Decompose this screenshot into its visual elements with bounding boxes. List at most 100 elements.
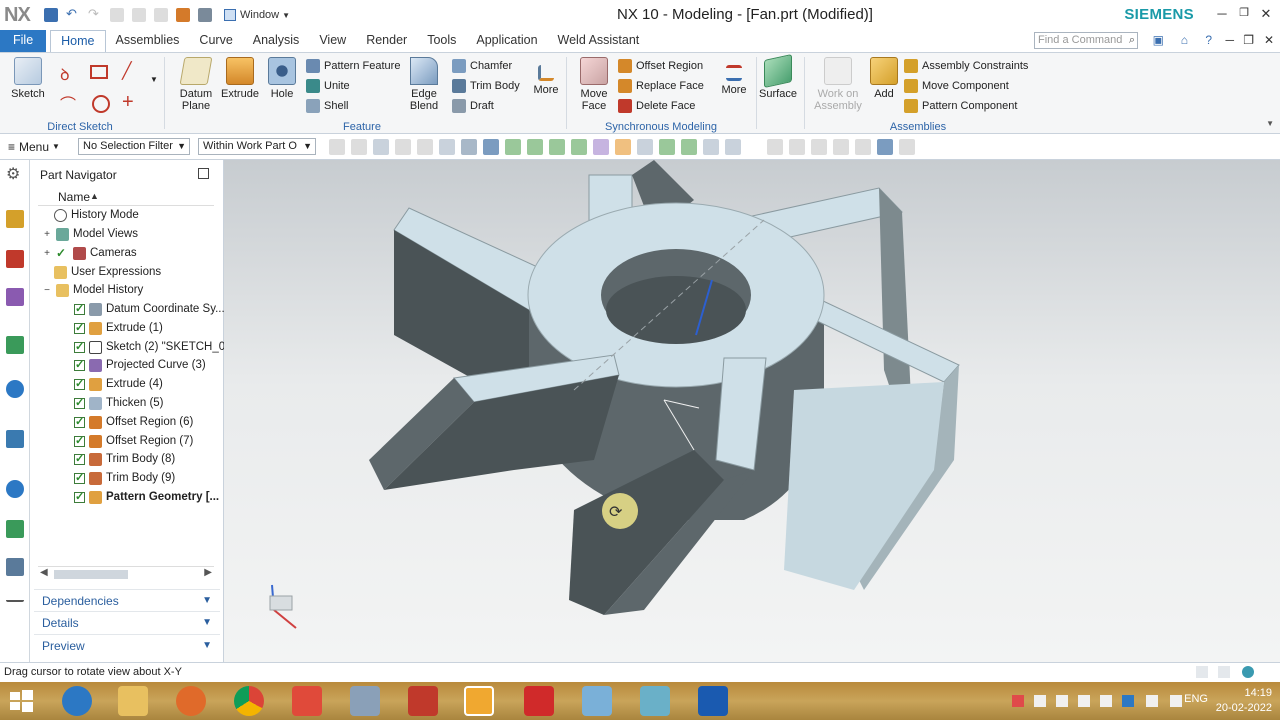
internet-explorer-icon[interactable] <box>62 686 92 716</box>
selection-scope-dropdown[interactable]: Within Work Part O ▼ <box>198 138 316 155</box>
snap-quadrant-icon[interactable] <box>637 138 653 155</box>
tab-view[interactable]: View <box>309 30 356 52</box>
render-style-icon[interactable] <box>833 138 849 155</box>
pattern-feature-button[interactable]: Pattern Feature <box>306 57 400 75</box>
tree-item-feature[interactable]: Trim Body (8) <box>74 450 175 468</box>
visibility-checkbox[interactable] <box>74 358 85 371</box>
tree-item-feature-current[interactable]: Pattern Geometry [... <box>74 488 219 506</box>
snap-existing-point-icon[interactable] <box>659 138 675 155</box>
clock[interactable]: 14:19 20-02-2022 <box>1216 686 1272 716</box>
tree-item-feature[interactable]: Offset Region (6) <box>74 413 193 431</box>
find-command-input[interactable]: Find a Command ⌕ <box>1034 32 1138 49</box>
tab-analysis[interactable]: Analysis <box>243 30 310 52</box>
roles-icon[interactable] <box>6 558 24 576</box>
tree-item-history-mode[interactable]: History Mode <box>54 206 139 224</box>
collapse-icon[interactable]: − <box>42 285 52 296</box>
input-language[interactable]: ENG <box>1184 693 1208 705</box>
selection-filter-dropdown[interactable]: No Selection Filter ▼ <box>78 138 190 155</box>
shell-button[interactable]: Shell <box>306 97 348 115</box>
unite-button[interactable]: Unite <box>306 77 350 95</box>
snap-control-icon[interactable] <box>549 138 565 155</box>
tab-file[interactable]: File <box>0 30 47 52</box>
face-select-icon[interactable] <box>417 138 433 155</box>
snap-midpoint-icon[interactable] <box>527 138 543 155</box>
window-style-icon[interactable]: ▣ <box>1153 33 1164 47</box>
tree-item-model-views[interactable]: + Model Views <box>42 225 138 243</box>
snap-point-on-curve-icon[interactable] <box>681 138 697 155</box>
visibility-checkbox[interactable] <box>74 396 85 409</box>
view-orientation-icon[interactable] <box>703 138 719 155</box>
assembly-navigator-icon[interactable] <box>6 210 24 228</box>
solid-body-icon[interactable] <box>461 138 477 155</box>
menu-button[interactable]: ≡ Menu ▼ <box>0 140 78 154</box>
cut-icon[interactable] <box>110 8 124 22</box>
move-face-button[interactable]: Move Face <box>572 57 616 112</box>
paint-icon[interactable] <box>292 686 322 716</box>
region-select-icon[interactable] <box>439 138 455 155</box>
tree-item-feature[interactable]: Projected Curve (3) <box>74 356 206 374</box>
tray-app-icon[interactable] <box>1170 695 1182 707</box>
tray-app-icon[interactable] <box>1146 695 1158 707</box>
home-icon[interactable]: ⌂ <box>1181 33 1188 47</box>
assembly-constraints-button[interactable]: Assembly Constraints <box>904 57 1028 75</box>
touch-mode-icon[interactable] <box>176 8 190 22</box>
zoom-icon[interactable] <box>789 138 805 155</box>
outlook-icon[interactable] <box>698 686 728 716</box>
tree-item-feature[interactable]: Extrude (4) <box>74 375 163 393</box>
add-component-button[interactable]: Add <box>862 57 906 100</box>
extrude-button[interactable]: Extrude <box>218 57 262 100</box>
tab-application[interactable]: Application <box>466 30 547 52</box>
app-icon[interactable] <box>408 686 438 716</box>
trim-body-button[interactable]: Trim Body <box>452 77 520 95</box>
close-button[interactable]: ✕ <box>1258 6 1274 22</box>
point-icon[interactable]: + <box>122 91 134 114</box>
visibility-checkbox[interactable] <box>74 321 85 334</box>
rotate-icon[interactable] <box>811 138 827 155</box>
reuse-library-icon[interactable] <box>6 336 24 354</box>
ribbon-options-icon[interactable]: ▼ <box>1266 119 1274 128</box>
visibility-checkbox[interactable] <box>74 471 85 484</box>
tab-home[interactable]: Home <box>50 30 106 52</box>
snap-icon[interactable] <box>373 138 389 155</box>
paste-icon[interactable] <box>154 8 168 22</box>
fan-model[interactable]: ⟳ <box>224 160 1280 662</box>
move-component-button[interactable]: Move Component <box>904 77 1009 95</box>
tab-curve[interactable]: Curve <box>189 30 242 52</box>
arc-icon[interactable]: ⌒ <box>60 91 76 115</box>
snap-endpoint-icon[interactable] <box>505 138 521 155</box>
tree-item-user-expressions[interactable]: User Expressions <box>54 263 161 281</box>
tree-item-feature[interactable]: Sketch (2) "SKETCH_0 <box>74 338 225 356</box>
snap-intersection-icon[interactable] <box>571 138 587 155</box>
visibility-checkbox[interactable] <box>74 434 85 447</box>
nx-taskbar-icon[interactable] <box>464 686 494 716</box>
tree-item-feature[interactable]: Offset Region (7) <box>74 432 193 450</box>
scroll-right-icon[interactable]: ▶ <box>204 567 212 578</box>
expand-icon[interactable]: + <box>42 229 52 240</box>
tab-render[interactable]: Render <box>356 30 417 52</box>
file-explorer-icon[interactable] <box>118 686 148 716</box>
windows-start-icon[interactable] <box>6 686 36 716</box>
snipping-tool-icon[interactable] <box>350 686 380 716</box>
repeat-command-icon[interactable] <box>198 8 212 22</box>
preview-panel[interactable]: Preview ▼ <box>34 634 220 656</box>
sync-more-button[interactable]: More <box>712 57 756 96</box>
maximize-icon[interactable] <box>198 168 209 179</box>
hole-button[interactable]: Hole <box>260 57 304 100</box>
column-header-name[interactable]: Name ▲ <box>38 190 214 206</box>
part-navigator-icon[interactable] <box>6 288 24 306</box>
pdf-reader-icon[interactable] <box>524 686 554 716</box>
snap-arc-center-icon[interactable] <box>615 138 631 155</box>
rectangle-icon[interactable] <box>90 65 108 79</box>
layer-settings-icon[interactable] <box>725 138 741 155</box>
visibility-checkbox[interactable] <box>74 415 85 428</box>
window-layout-icon[interactable] <box>1218 666 1230 678</box>
fit-icon[interactable] <box>767 138 783 155</box>
network-icon[interactable] <box>1100 695 1112 707</box>
chrome-icon[interactable] <box>234 686 264 716</box>
surface-button[interactable]: Surface <box>756 54 800 100</box>
graphics-window[interactable]: ⟳ <box>224 160 1280 662</box>
chamfer-button[interactable]: Chamfer <box>452 57 512 75</box>
calculator-icon[interactable] <box>582 686 612 716</box>
scroll-left-icon[interactable]: ◀ <box>40 567 48 578</box>
dependencies-panel[interactable]: Dependencies ▼ <box>34 589 220 611</box>
